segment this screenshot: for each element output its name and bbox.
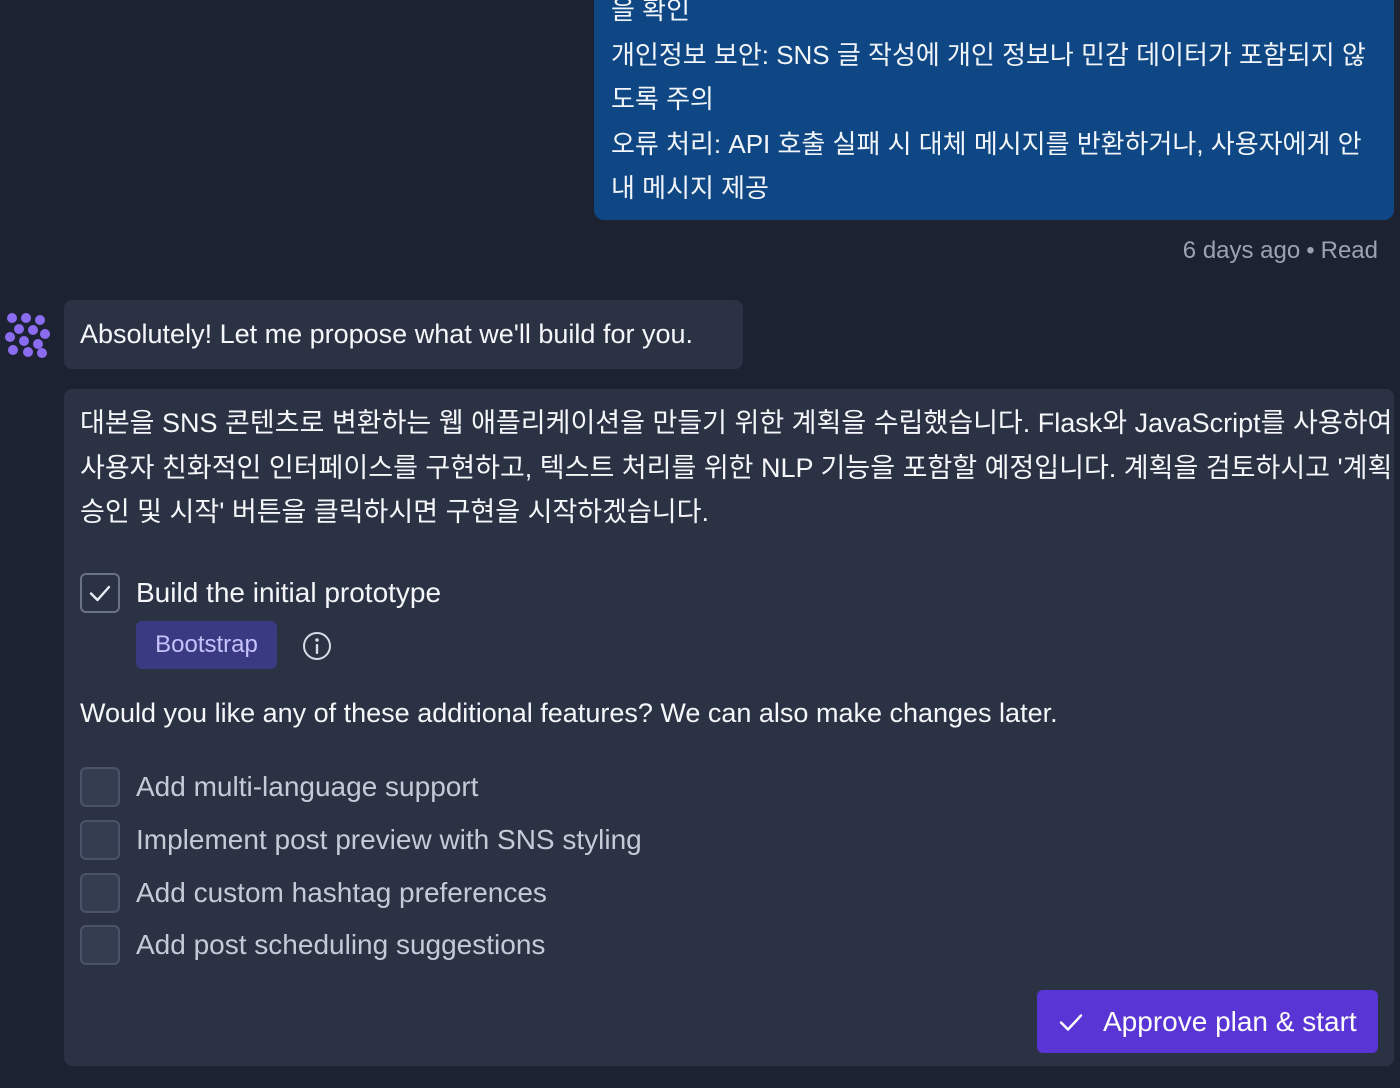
user-message-line: 개인정보 보안: SNS 글 작성에 개인 정보나 민감 데이터가 포함되지 않 bbox=[611, 39, 1366, 70]
feature-row[interactable]: Add multi-language support bbox=[80, 767, 478, 807]
approve-plan-button[interactable]: Approve plan & start bbox=[1037, 990, 1378, 1053]
info-icon[interactable] bbox=[302, 631, 332, 661]
main-task-row[interactable]: Build the initial prototype bbox=[80, 573, 441, 613]
message-meta: 6 days ago • Read bbox=[1183, 234, 1378, 268]
feature-label: Add multi-language support bbox=[136, 771, 479, 802]
user-message-line: 오류 처리: API 호출 실패 시 대체 메시지를 반환하거나, 사용자에게 … bbox=[611, 128, 1362, 159]
feature-checkbox[interactable] bbox=[80, 820, 120, 860]
assistant-intro-bubble: Absolutely! Let me propose what we'll bu… bbox=[64, 300, 743, 369]
user-message-bubble: 을 확인 개인정보 보안: SNS 글 작성에 개인 정보나 민감 데이터가 포… bbox=[594, 0, 1394, 220]
plan-description-line: 사용자 친화적인 인터페이스를 구현하고, 텍스트 처리를 위한 NLP 기능을… bbox=[80, 452, 1393, 483]
message-timestamp: 6 days ago bbox=[1182, 237, 1301, 264]
check-icon bbox=[1059, 1013, 1083, 1031]
feature-label: Implement post preview with SNS styling bbox=[136, 824, 642, 855]
user-message-line: 내 메시지 제공 bbox=[611, 173, 769, 203]
plan-card: 대본을 SNS 콘텐츠로 변환하는 웹 애플리케이션을 만들기 위한 계획을 수… bbox=[64, 389, 1394, 1066]
main-task-label: Build the initial prototype bbox=[136, 577, 442, 608]
agent-logo-icon bbox=[5, 313, 50, 358]
tech-badge: Bootstrap bbox=[136, 621, 277, 669]
feature-checkbox[interactable] bbox=[80, 873, 120, 913]
feature-row[interactable]: Implement post preview with SNS styling bbox=[80, 820, 642, 860]
user-message-line: 을 확인 bbox=[611, 0, 690, 25]
assistant-intro-text: Absolutely! Let me propose what we'll bu… bbox=[80, 319, 693, 349]
approve-plan-label: Approve plan & start bbox=[1103, 1005, 1357, 1037]
chat-page: 을 확인 개인정보 보안: SNS 글 작성에 개인 정보나 민감 데이터가 포… bbox=[0, 0, 1400, 1088]
feature-checkbox[interactable] bbox=[80, 767, 120, 807]
plan-description: 대본을 SNS 콘텐츠로 변환하는 웹 애플리케이션을 만들기 위한 계획을 수… bbox=[80, 401, 1393, 535]
plan-description-line: 대본을 SNS 콘텐츠로 변환하는 웹 애플리케이션을 만들기 위한 계획을 수… bbox=[80, 408, 1393, 438]
main-task-checkbox[interactable] bbox=[80, 573, 120, 613]
read-status: Read bbox=[1320, 237, 1378, 264]
feature-checkbox[interactable] bbox=[80, 925, 120, 965]
user-message-line: 도록 주의 bbox=[611, 84, 714, 114]
feature-row[interactable]: Add post scheduling suggestions bbox=[80, 925, 545, 965]
feature-row[interactable]: Add custom hashtag preferences bbox=[80, 873, 547, 913]
feature-label: Add custom hashtag preferences bbox=[136, 877, 547, 908]
check-icon bbox=[89, 585, 111, 602]
feature-label: Add post scheduling suggestions bbox=[136, 929, 546, 960]
plan-description-line: 승인 및 시작' 버튼을 클릭하시면 구현을 시작하겠습니다. bbox=[80, 497, 709, 527]
meta-separator: • bbox=[1306, 237, 1315, 264]
features-question: Would you like any of these additional f… bbox=[80, 698, 1058, 728]
